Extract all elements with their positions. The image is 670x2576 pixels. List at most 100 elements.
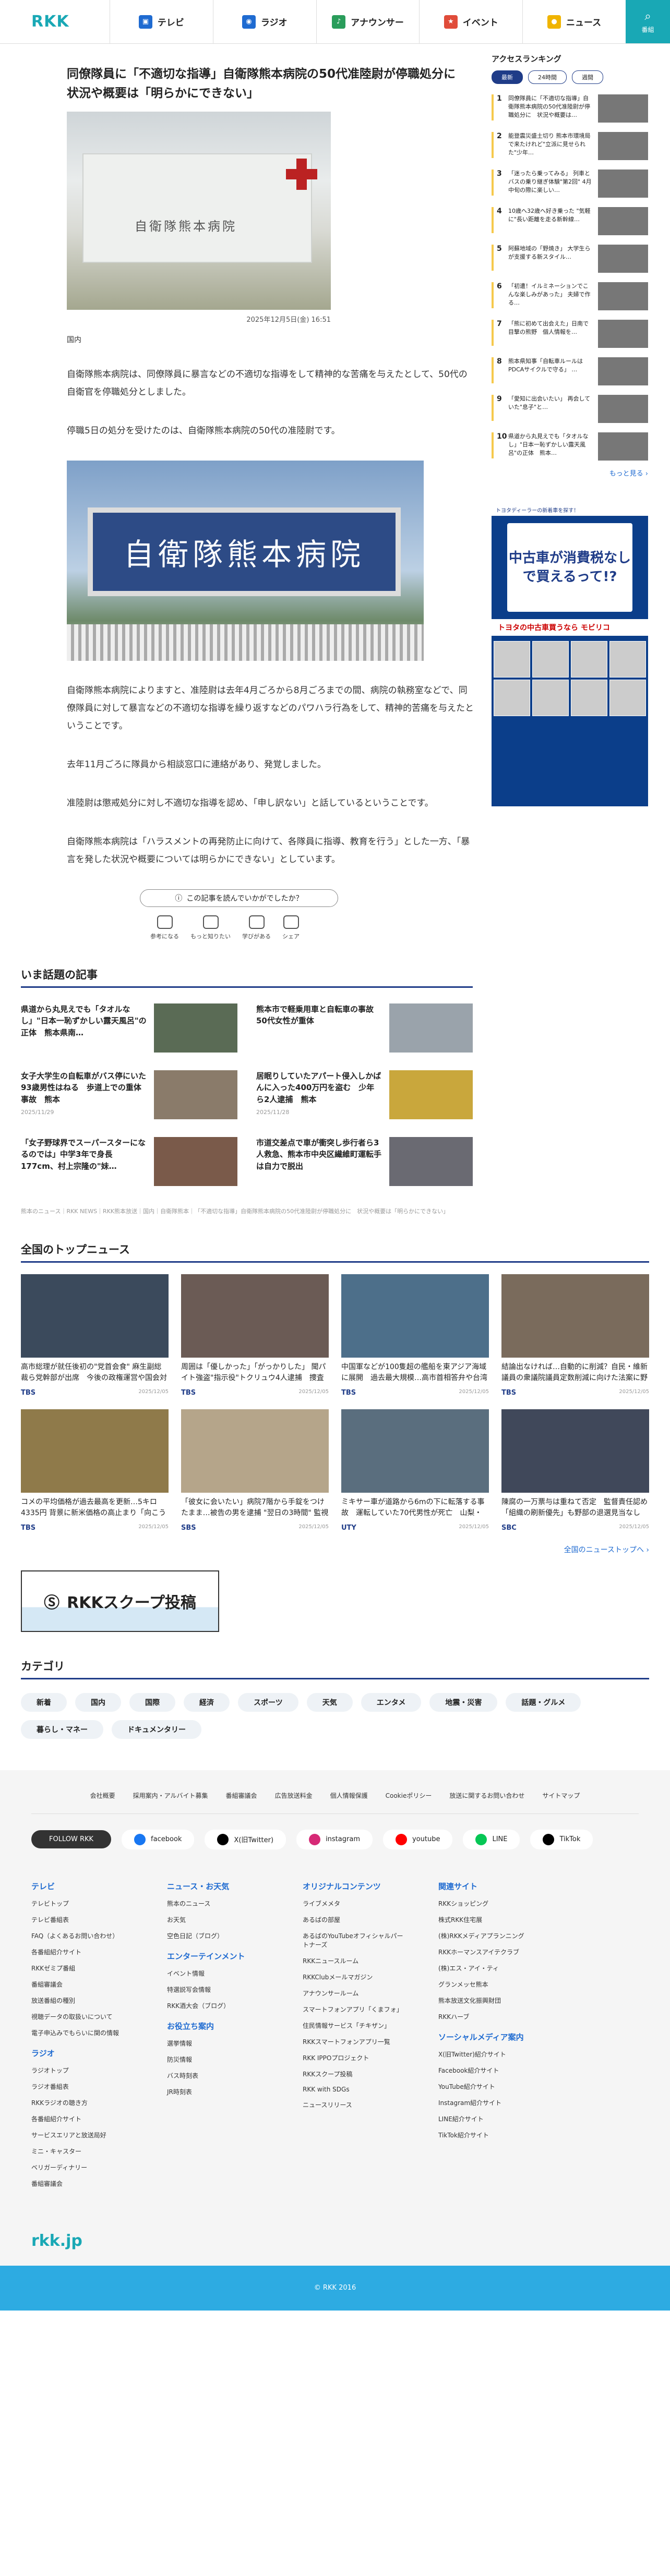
category-chip[interactable]: 地震・災害 bbox=[429, 1692, 498, 1712]
share-button[interactable]: シェア bbox=[282, 915, 300, 940]
reaction-helpful-button[interactable]: 参考になる bbox=[150, 915, 179, 940]
footer-link[interactable]: RKK IPPOプロジェクト bbox=[303, 2053, 407, 2062]
footer-link[interactable]: お天気 bbox=[167, 1915, 271, 1924]
top-news-item[interactable]: 中国軍などが100隻超の艦船を東アジア海域に展開 過去最大規模…高市首相答弁や台… bbox=[341, 1274, 489, 1397]
category-chip[interactable]: ドキュメンタリー bbox=[112, 1720, 201, 1739]
program-search-button[interactable]: ⌕ 番組 bbox=[626, 0, 670, 43]
reaction-question[interactable]: ⓘ この記事を読んでいかがでしたか？ bbox=[140, 889, 338, 907]
ranking-item[interactable]: 5 阿蘇地域の「野焼き」 大学生らが支援する新スタイル… bbox=[492, 245, 648, 273]
scoop-banner[interactable]: Ⓢ RKKスクープ投稿 bbox=[21, 1570, 219, 1632]
hot-article[interactable]: 市道交差点で車が衝突し歩行者ら3人救急、熊本市中央区繊維町運転手は自力で脱出 bbox=[256, 1136, 473, 1186]
footer-link[interactable]: イベント情報 bbox=[167, 1969, 271, 1978]
footer-link[interactable]: スマートフォンアプリ「くまフォ」 bbox=[303, 2005, 407, 2014]
footer-link[interactable]: RKK with SDGs bbox=[303, 2086, 407, 2093]
top-news-item[interactable]: 「彼女に会いたい」病院7階から手錠をつけたまま…被告の男を逮捕 "翌日の3時間"… bbox=[181, 1409, 329, 1532]
footer-link[interactable]: ラジオトップ bbox=[31, 2066, 136, 2075]
tab-week[interactable]: 週間 bbox=[572, 70, 603, 84]
footer-link[interactable]: 熊本のニュース bbox=[167, 1899, 271, 1908]
social-button-3[interactable]: youtube bbox=[382, 1829, 453, 1849]
footer-link[interactable]: テレビ番組表 bbox=[31, 1915, 136, 1924]
category-chip[interactable]: 経済 bbox=[184, 1692, 230, 1712]
footer-link[interactable]: RKKゼミプ番組 bbox=[31, 1964, 136, 1973]
category-chip[interactable]: 新着 bbox=[21, 1692, 67, 1712]
footer-link[interactable]: 放送に関するお問い合わせ bbox=[449, 1791, 524, 1800]
reaction-more-button[interactable]: もっと知りたい bbox=[190, 915, 231, 940]
footer-link[interactable]: TikTok紹介サイト bbox=[438, 2131, 543, 2139]
category-chip[interactable]: 国内 bbox=[75, 1692, 121, 1712]
article-category[interactable]: 国内 bbox=[67, 334, 81, 345]
hot-article[interactable]: 女子大学生の自転車がバス停にいた93歳男性はねる 歩道上での重体事故 熊本 202… bbox=[21, 1070, 237, 1119]
footer-link[interactable]: 特選説写会情報 bbox=[167, 1985, 271, 1994]
footer-link[interactable]: 熊本放送文化振興財団 bbox=[438, 1996, 543, 2005]
social-button-5[interactable]: TikTok bbox=[530, 1829, 593, 1849]
ranking-item[interactable]: 10 県道から丸見えでも「タオルなし」"日本一恥ずかしい露天風呂"の正体 熊本… bbox=[492, 432, 648, 461]
footer-link[interactable]: (株)エス・アイ・ティ bbox=[438, 1964, 543, 1973]
nav-item-news[interactable]: ● ニュース bbox=[522, 0, 626, 43]
ranking-item[interactable]: 8 熊本県知事「自転車ルールはPDCAサイクルで守る」 … bbox=[492, 357, 648, 385]
footer-link[interactable]: 採用案内・アルバイト募集 bbox=[133, 1791, 208, 1800]
footer-link[interactable]: 住民情報サービス「チキザン」 bbox=[303, 2021, 407, 2030]
top-news-item[interactable]: コメの平均価格が過去最高を更新…5キロ4335円 背景に新米価格の高止まり「向こ… bbox=[21, 1409, 169, 1532]
footer-link[interactable]: X(旧Twitter)紹介サイト bbox=[438, 2050, 543, 2059]
footer-link[interactable]: LINE紹介サイト bbox=[438, 2114, 543, 2123]
footer-link[interactable]: 会社概要 bbox=[90, 1791, 115, 1800]
social-button-0[interactable]: facebook bbox=[122, 1829, 195, 1849]
footer-link[interactable]: アナウンサールーム bbox=[303, 1989, 407, 1998]
category-chip[interactable]: 暮らし・マネー bbox=[21, 1720, 103, 1739]
ranking-item[interactable]: 7 「熊に初めて出会えた」日南で目撃の熊野 個人情報を… bbox=[492, 320, 648, 348]
hot-article[interactable]: 居眠りしていたアパート侵入しかばんに入った400万円を盗む 少年ら2人逮捕 熊本… bbox=[256, 1070, 473, 1119]
footer-link[interactable]: 各番組紹介サイト bbox=[31, 1948, 136, 1956]
nav-item-event[interactable]: ★ イベント bbox=[419, 0, 522, 43]
footer-link[interactable]: サイトマップ bbox=[542, 1791, 580, 1800]
site-logo[interactable]: RKK bbox=[0, 0, 110, 43]
social-button-4[interactable]: LINE bbox=[463, 1829, 520, 1849]
category-chip[interactable]: 国際 bbox=[129, 1692, 175, 1712]
nav-item-tv[interactable]: ▣ テレビ bbox=[110, 0, 213, 43]
ranking-item[interactable]: 2 能登震災盛土切り 熊本市環境局で来たけれど"立派に見せられた"少年… bbox=[492, 132, 648, 160]
hot-article[interactable]: 県道から丸見えでも「タオルなし」"日本一恥ずかしい露天風呂"の正体 熊本県南… bbox=[21, 1003, 237, 1053]
footer-link[interactable]: テレビトップ bbox=[31, 1899, 136, 1908]
footer-link[interactable]: 個人情報保護 bbox=[330, 1791, 368, 1800]
footer-link[interactable]: あるばのYouTubeオフィシャルパートナーズ bbox=[303, 1931, 407, 1949]
ranking-item[interactable]: 4 10歳へ32歳へ好き乗った "気軽に"長い距離を走る新幹線… bbox=[492, 207, 648, 235]
footer-link[interactable]: RKKスマートフォンアプリ一覧 bbox=[303, 2037, 407, 2046]
footer-link[interactable]: (株)RKKメディアプランニング bbox=[438, 1931, 543, 1940]
footer-link[interactable]: ミニ・キャスター bbox=[31, 2147, 136, 2156]
top-news-item[interactable]: 陳腐の一万票与は重ねて否定 監督責任認め「組織の刷新優先」も野部の退選見当なし … bbox=[501, 1409, 649, 1532]
top-news-item[interactable]: 結論出なければ…自動的に削減？自民・維新議員の衆議院議員定数削減に向けた法案に野… bbox=[501, 1274, 649, 1397]
footer-link[interactable]: 電子申込みでもらいに関の情報 bbox=[31, 2028, 136, 2037]
social-button-1[interactable]: X(旧Twitter) bbox=[205, 1829, 286, 1849]
footer-link[interactable]: RKKショッピング bbox=[438, 1899, 543, 1908]
tab-latest[interactable]: 最新 bbox=[492, 70, 523, 84]
footer-link[interactable]: 各番組紹介サイト bbox=[31, 2114, 136, 2123]
category-chip[interactable]: 話題・グルメ bbox=[506, 1692, 581, 1712]
footer-link[interactable]: RKKラジオの聴き方 bbox=[31, 2098, 136, 2107]
footer-link[interactable]: ニュースリリース bbox=[303, 2100, 407, 2109]
nav-item-announcer[interactable]: ♪ アナウンサー bbox=[316, 0, 420, 43]
footer-link[interactable]: 防災情報 bbox=[167, 2055, 271, 2064]
footer-link[interactable]: RKKホーマンスアイテクラブ bbox=[438, 1948, 543, 1956]
footer-link[interactable]: 番組審議会 bbox=[226, 1791, 257, 1800]
top-news-more-link[interactable]: 全国のニューストップへ › bbox=[21, 1544, 649, 1555]
footer-link[interactable]: JR時刻表 bbox=[167, 2087, 271, 2096]
tab-24h[interactable]: 24時間 bbox=[528, 70, 567, 84]
footer-link[interactable]: 選挙情報 bbox=[167, 2039, 271, 2048]
footer-link[interactable]: 広告放送料金 bbox=[275, 1791, 313, 1800]
footer-link[interactable]: 番組審議会 bbox=[31, 2179, 136, 2188]
footer-link[interactable]: サービスエリアと放送局好 bbox=[31, 2131, 136, 2139]
footer-link[interactable]: Cookieポリシー bbox=[386, 1791, 432, 1800]
social-button-2[interactable]: instagram bbox=[296, 1829, 373, 1849]
footer-link[interactable]: 空色日記（ブログ） bbox=[167, 1931, 271, 1940]
footer-link[interactable]: RKKニュースルーム bbox=[303, 1956, 407, 1965]
reaction-learn-button[interactable]: 学びがある bbox=[242, 915, 271, 940]
footer-link[interactable]: あるばの部屋 bbox=[303, 1915, 407, 1924]
top-news-item[interactable]: ミキサー車が道路から6mの下に転落する事故 運転していた70代男性が死亡 山梨・… bbox=[341, 1409, 489, 1532]
footer-link[interactable]: ベリガーディナリー bbox=[31, 2163, 136, 2172]
footer-link[interactable]: RKKClubメールマガジン bbox=[303, 1973, 407, 1981]
footer-link[interactable]: 視聴データの取扱いについて bbox=[31, 2012, 136, 2021]
category-chip[interactable]: エンタメ bbox=[361, 1692, 422, 1712]
footer-link[interactable]: FAQ（よくあるお問い合わせ） bbox=[31, 1931, 136, 1940]
category-chip[interactable]: スポーツ bbox=[238, 1692, 298, 1712]
ranking-item[interactable]: 9 「愛知に出会いたい」 再会していた"息子"と… bbox=[492, 395, 648, 423]
footer-link[interactable]: RKKハーブ bbox=[438, 2012, 543, 2021]
